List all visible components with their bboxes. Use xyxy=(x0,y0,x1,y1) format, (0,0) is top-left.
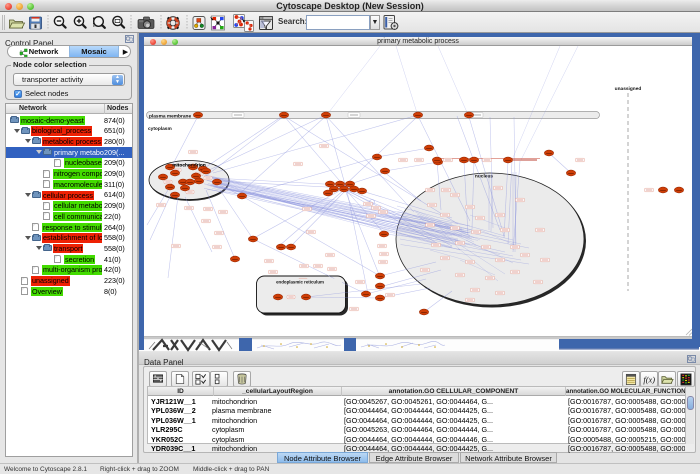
svg-text:endoplasmic reticulum: endoplasmic reticulum xyxy=(276,280,324,285)
svg-text:nucleus: nucleus xyxy=(475,174,493,180)
svg-text:unassigned: unassigned xyxy=(615,86,642,92)
svg-text:plasma membrane: plasma membrane xyxy=(149,113,191,119)
svg-text:cytoplasm: cytoplasm xyxy=(148,126,172,132)
svg-text:f(x): f(x) xyxy=(643,375,655,384)
svg-text:mitochondrion: mitochondrion xyxy=(172,163,206,169)
